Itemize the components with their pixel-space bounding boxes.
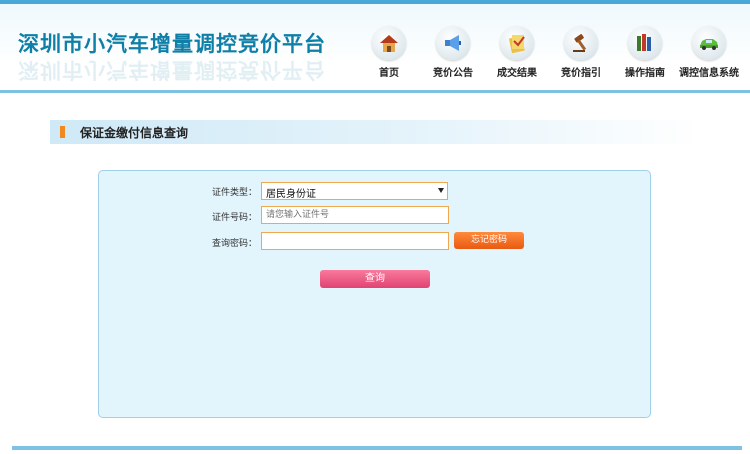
site-logo[interactable]: 深圳市小汽车增量调控竞价平台 bbox=[18, 28, 326, 58]
nav-label: 调控信息系统 bbox=[679, 68, 739, 79]
nav-item-operation-guide[interactable]: 操作指南 bbox=[612, 26, 676, 82]
nav-item-control-info-system[interactable]: 调控信息系统 bbox=[676, 26, 740, 82]
page-title: 保证金缴付信息查询 bbox=[80, 126, 189, 140]
id-type-label: 证件类型： bbox=[211, 188, 257, 198]
id-type-selected-value: 居民身份证 bbox=[266, 189, 316, 200]
home-icon bbox=[372, 26, 406, 60]
query-form-panel: 证件类型： 居民身份证 证件号码： 查询密码： 忘记密码 查询 bbox=[98, 170, 651, 418]
nav-label: 操作指南 bbox=[625, 68, 665, 79]
section-marker bbox=[60, 126, 65, 138]
site-logo-reflection: 深圳市小汽车增量调控竞价平台 bbox=[18, 58, 326, 82]
nav-label: 竞价指引 bbox=[561, 68, 601, 79]
nav-label: 首页 bbox=[379, 68, 399, 79]
password-label: 查询密码： bbox=[211, 239, 257, 249]
header-top-line bbox=[0, 0, 750, 4]
document-icon bbox=[500, 26, 534, 60]
dropdown-arrow-icon bbox=[438, 188, 444, 193]
main-nav: 首页 竞价公告 成交结果 竞价指引 操作指南 调控信息系统 bbox=[356, 26, 750, 82]
books-icon bbox=[628, 26, 662, 60]
id-number-input[interactable] bbox=[261, 206, 449, 224]
id-type-select[interactable]: 居民身份证 bbox=[261, 182, 448, 200]
nav-label: 竞价公告 bbox=[433, 68, 473, 79]
footer-divider bbox=[12, 446, 742, 450]
car-icon bbox=[692, 26, 726, 60]
megaphone-icon bbox=[436, 26, 470, 60]
password-input[interactable] bbox=[261, 232, 449, 250]
header: 深圳市小汽车增量调控竞价平台 深圳市小汽车增量调控竞价平台 首页 竞价公告 成交… bbox=[0, 0, 750, 93]
query-button[interactable]: 查询 bbox=[320, 270, 430, 288]
nav-item-announcements[interactable]: 竞价公告 bbox=[420, 26, 484, 82]
header-divider bbox=[0, 90, 750, 93]
section-header: 保证金缴付信息查询 bbox=[50, 120, 700, 144]
id-number-label: 证件号码： bbox=[211, 213, 257, 223]
gavel-icon bbox=[564, 26, 598, 60]
nav-item-bidding-guide[interactable]: 竞价指引 bbox=[548, 26, 612, 82]
forgot-password-button[interactable]: 忘记密码 bbox=[454, 232, 524, 249]
nav-label: 成交结果 bbox=[497, 68, 537, 79]
nav-item-home[interactable]: 首页 bbox=[356, 26, 420, 82]
nav-item-results[interactable]: 成交结果 bbox=[484, 26, 548, 82]
